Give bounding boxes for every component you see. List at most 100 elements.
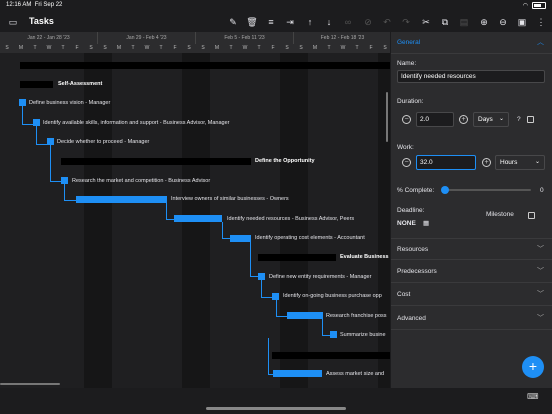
task-bar[interactable] bbox=[76, 196, 167, 203]
day-header: W bbox=[140, 44, 154, 53]
week-header: Jan 22 - Jan 28 '23 bbox=[0, 32, 98, 44]
estimate-mark: ? bbox=[517, 116, 521, 123]
zoom-in-icon[interactable]: ⊕ bbox=[478, 16, 490, 28]
day-header: F bbox=[70, 44, 84, 53]
dependency-link bbox=[50, 145, 61, 182]
summary-bar[interactable] bbox=[20, 62, 390, 69]
wifi-icon: ◠ bbox=[522, 3, 528, 9]
summary-bar[interactable] bbox=[61, 158, 251, 165]
task-bar[interactable] bbox=[61, 177, 68, 184]
complete-slider-track bbox=[446, 189, 531, 191]
home-indicator bbox=[206, 407, 346, 410]
task-bar[interactable] bbox=[47, 138, 54, 145]
day-header: M bbox=[14, 44, 28, 53]
gantt-chart[interactable]: Jan 22 - Jan 28 '23 Jan 29 - Feb 4 '23 F… bbox=[0, 32, 390, 388]
task-label: Define the Opportunity bbox=[255, 158, 315, 164]
milestone-label: Milestone bbox=[486, 211, 514, 218]
undo-icon[interactable]: ↶ bbox=[381, 16, 393, 28]
plus-icon[interactable]: + bbox=[482, 158, 491, 167]
section-resources[interactable]: Resources ﹀ bbox=[391, 238, 552, 260]
day-header: S bbox=[98, 44, 112, 53]
complete-value: 0 bbox=[540, 187, 544, 194]
task-bar[interactable] bbox=[19, 99, 26, 106]
indent-icon[interactable]: ⇥ bbox=[284, 16, 296, 28]
more-icon[interactable]: ⋮ bbox=[535, 16, 547, 28]
chevron-down-icon: ﹀ bbox=[537, 268, 544, 275]
task-bar[interactable] bbox=[273, 370, 322, 377]
work-label: Work: bbox=[397, 144, 414, 151]
summary-bar[interactable] bbox=[258, 254, 336, 261]
minus-icon[interactable]: − bbox=[402, 158, 411, 167]
day-header: F bbox=[266, 44, 280, 53]
day-header: T bbox=[126, 44, 140, 53]
task-bar[interactable] bbox=[33, 119, 40, 126]
battery-icon bbox=[532, 2, 546, 9]
outdent-icon[interactable]: ≡ bbox=[265, 16, 277, 28]
day-header: F bbox=[364, 44, 378, 53]
day-header: W bbox=[238, 44, 252, 53]
name-label: Name: bbox=[397, 60, 417, 67]
chevron-down-icon: ﹀ bbox=[537, 291, 544, 298]
task-bar[interactable] bbox=[272, 293, 279, 300]
sidebar-icon[interactable]: ▭ bbox=[7, 16, 19, 28]
pencil-icon[interactable]: ✎ bbox=[227, 16, 239, 28]
deadline-value[interactable]: NONE bbox=[397, 220, 416, 227]
arrow-up-icon[interactable]: ↑ bbox=[304, 16, 316, 28]
section-cost[interactable]: Cost ﹀ bbox=[391, 284, 552, 306]
milestone-checkbox[interactable] bbox=[528, 212, 535, 219]
task-label: Evaluate Business bbox=[340, 254, 389, 260]
arrow-down-icon[interactable]: ↓ bbox=[323, 16, 335, 28]
unlink-icon[interactable]: ⊘ bbox=[362, 16, 374, 28]
task-bar[interactable] bbox=[258, 273, 265, 280]
trash-icon[interactable]: 🗑 bbox=[246, 16, 258, 28]
cut-icon[interactable]: ✂ bbox=[420, 16, 432, 28]
chevron-down-icon: ﹀ bbox=[537, 246, 544, 253]
summary-bar[interactable] bbox=[20, 81, 53, 88]
vertical-scrollbar[interactable] bbox=[386, 92, 388, 142]
link-icon[interactable]: ∞ bbox=[342, 16, 354, 28]
complete-slider[interactable] bbox=[441, 186, 449, 194]
day-header: M bbox=[210, 44, 224, 53]
section-general[interactable]: General ︿ bbox=[391, 32, 552, 54]
status-time: 12:16 AM Fri Sep 22 bbox=[6, 2, 63, 8]
keyboard-icon[interactable]: ⌨ bbox=[527, 392, 539, 401]
section-predecessors[interactable]: Predecessors ﹀ bbox=[391, 261, 552, 283]
minus-icon[interactable]: − bbox=[402, 115, 411, 124]
duration-unit-select[interactable]: Days ⌄ bbox=[473, 112, 509, 127]
section-advanced[interactable]: Advanced ﹀ bbox=[391, 308, 552, 330]
name-field[interactable]: Identify needed resources bbox=[397, 70, 545, 83]
task-label: Research the market and competition - Bu… bbox=[72, 178, 211, 184]
work-unit-select[interactable]: Hours ⌄ bbox=[495, 155, 545, 170]
chevron-down-icon: ⌄ bbox=[498, 116, 504, 122]
duration-label: Duration: bbox=[397, 98, 424, 105]
week-header: Feb 12 - Feb 18 '23 bbox=[294, 32, 390, 44]
estimate-checkbox[interactable] bbox=[527, 116, 534, 123]
day-header: S bbox=[84, 44, 98, 53]
calendar-icon[interactable]: ▦ bbox=[423, 219, 429, 227]
week-header: Feb 5 - Feb 11 '23 bbox=[196, 32, 294, 44]
complete-label: % Complete: bbox=[397, 187, 435, 194]
task-label: Decide whether to proceed - Manager bbox=[57, 139, 150, 145]
task-bar[interactable] bbox=[174, 215, 222, 222]
task-bar[interactable] bbox=[330, 331, 337, 338]
horizontal-scrollbar[interactable] bbox=[0, 383, 60, 385]
day-header: W bbox=[336, 44, 350, 53]
plus-icon[interactable]: + bbox=[459, 115, 468, 124]
task-label: Define new entity requirements - Manager bbox=[269, 274, 372, 280]
work-field[interactable]: 32.0 bbox=[416, 155, 476, 170]
day-header: M bbox=[112, 44, 126, 53]
save-icon[interactable]: ▣ bbox=[516, 16, 528, 28]
day-header: T bbox=[28, 44, 42, 53]
toolbar: ▭ Tasks ✎ 🗑 ≡ ⇥ ↑ ↓ ∞ ⊘ ↶ ↷ ✂ ⧉ ▤ ⊕ ⊖ ▣ … bbox=[0, 12, 552, 32]
duration-field[interactable]: 2.0 bbox=[416, 112, 454, 127]
add-task-button[interactable]: + bbox=[522, 356, 544, 378]
zoom-out-icon[interactable]: ⊖ bbox=[497, 16, 509, 28]
copy-icon[interactable]: ⧉ bbox=[439, 16, 451, 28]
task-bar[interactable] bbox=[230, 235, 251, 242]
paste-icon[interactable]: ▤ bbox=[458, 16, 470, 28]
redo-icon[interactable]: ↷ bbox=[400, 16, 412, 28]
summary-bar[interactable] bbox=[272, 352, 390, 359]
task-label: Interview owners of similar businesses -… bbox=[171, 196, 289, 202]
task-label: Self-Assessment bbox=[58, 81, 103, 87]
task-bar[interactable] bbox=[287, 312, 323, 319]
